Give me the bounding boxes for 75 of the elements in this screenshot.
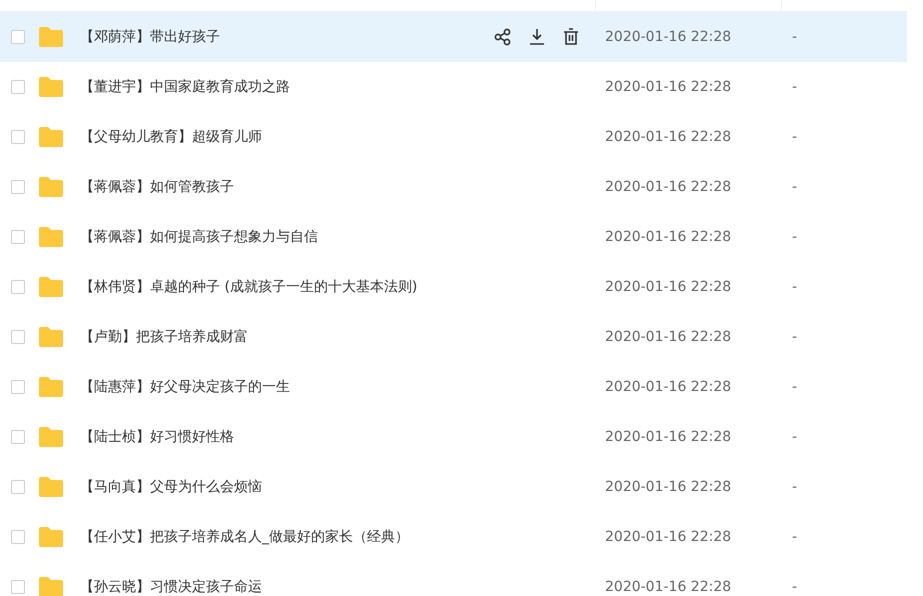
modified-date: 2020-01-16 22:28	[604, 279, 732, 295]
row-checkbox[interactable]	[11, 30, 25, 44]
file-row[interactable]: 【任小艾】把孩子培养成名人_做最好的家长（经典） 2020-01-16 22:28 -	[0, 512, 907, 562]
folder-icon	[38, 526, 64, 548]
modified-date: 2020-01-16 22:28	[604, 179, 732, 195]
folder-icon	[38, 576, 64, 596]
modified-date: 2020-01-16 22:28	[604, 129, 732, 145]
modified-date: 2020-01-16 22:28	[604, 579, 732, 595]
file-row[interactable]: 【马向真】父母为什么会烦恼 2020-01-16 22:28 -	[0, 462, 907, 512]
file-row[interactable]: 【林伟贤】卓越的种子 (成就孩子一生的十大基本法则) 2020-01-16 22:28 -	[0, 262, 907, 312]
row-checkbox[interactable]	[11, 380, 25, 394]
row-checkbox[interactable]	[11, 330, 25, 344]
file-size: -	[791, 529, 798, 545]
file-row[interactable]: 【陆士桢】好习惯好性格 2020-01-16 22:28 -	[0, 412, 907, 462]
file-size: -	[791, 379, 798, 395]
file-row[interactable]: 【父母幼儿教育】超级育儿师 2020-01-16 22:28 -	[0, 112, 907, 162]
file-name[interactable]: 【孙云晓】习惯决定孩子命运	[80, 578, 595, 596]
file-row[interactable]: 【孙云晓】习惯决定孩子命运 2020-01-16 22:28 -	[0, 562, 907, 596]
file-name[interactable]: 【蒋佩蓉】如何提高孩子想象力与自信	[80, 228, 595, 246]
share-icon[interactable]	[493, 27, 513, 47]
modified-date: 2020-01-16 22:28	[604, 229, 732, 245]
modified-date: 2020-01-16 22:28	[604, 329, 732, 345]
row-checkbox[interactable]	[11, 280, 25, 294]
row-checkbox[interactable]	[11, 130, 25, 144]
file-size: -	[791, 129, 798, 145]
row-checkbox[interactable]	[11, 80, 25, 94]
modified-date: 2020-01-16 22:28	[604, 529, 732, 545]
file-name[interactable]: 【邓荫萍】带出好孩子	[80, 28, 493, 46]
file-row[interactable]: 【蒋佩蓉】如何管教孩子 2020-01-16 22:28 -	[0, 162, 907, 212]
file-name[interactable]: 【董进宇】中国家庭教育成功之路	[80, 78, 595, 96]
modified-date: 2020-01-16 22:28	[604, 429, 732, 445]
file-row[interactable]: 【邓荫萍】带出好孩子 2020-01-16 22:28 -	[0, 12, 907, 62]
file-size: -	[791, 29, 798, 45]
file-size: -	[791, 329, 798, 345]
file-size: -	[791, 229, 798, 245]
file-name[interactable]: 【父母幼儿教育】超级育儿师	[80, 128, 595, 146]
folder-icon	[38, 26, 64, 48]
row-checkbox[interactable]	[11, 230, 25, 244]
delete-icon[interactable]	[561, 27, 581, 47]
file-size: -	[791, 579, 798, 595]
folder-icon	[38, 76, 64, 98]
folder-icon	[38, 226, 64, 248]
modified-date: 2020-01-16 22:28	[604, 79, 732, 95]
row-checkbox[interactable]	[11, 430, 25, 444]
folder-icon	[38, 326, 64, 348]
row-checkbox[interactable]	[11, 580, 25, 594]
row-checkbox[interactable]	[11, 180, 25, 194]
file-size: -	[791, 79, 798, 95]
file-row[interactable]: 【蒋佩蓉】如何提高孩子想象力与自信 2020-01-16 22:28 -	[0, 212, 907, 262]
modified-date: 2020-01-16 22:28	[604, 479, 732, 495]
file-size: -	[791, 279, 798, 295]
file-size: -	[791, 179, 798, 195]
folder-icon	[38, 276, 64, 298]
modified-date: 2020-01-16 22:28	[604, 379, 732, 395]
file-size: -	[791, 429, 798, 445]
file-name[interactable]: 【卢勤】把孩子培养成财富	[80, 328, 595, 346]
folder-icon	[38, 126, 64, 148]
row-checkbox[interactable]	[11, 480, 25, 494]
file-name[interactable]: 【任小艾】把孩子培养成名人_做最好的家长（经典）	[80, 528, 595, 546]
folder-icon	[38, 476, 64, 498]
download-icon[interactable]	[527, 27, 547, 47]
row-checkbox[interactable]	[11, 530, 25, 544]
modified-date: 2020-01-16 22:28	[604, 29, 732, 45]
file-size: -	[791, 479, 798, 495]
file-name[interactable]: 【蒋佩蓉】如何管教孩子	[80, 178, 595, 196]
file-name[interactable]: 【林伟贤】卓越的种子 (成就孩子一生的十大基本法则)	[80, 278, 595, 296]
folder-icon	[38, 426, 64, 448]
file-name[interactable]: 【陆士桢】好习惯好性格	[80, 428, 595, 446]
folder-icon	[38, 176, 64, 198]
file-row[interactable]: 【卢勤】把孩子培养成财富 2020-01-16 22:28 -	[0, 312, 907, 362]
file-row[interactable]: 【董进宇】中国家庭教育成功之路 2020-01-16 22:28 -	[0, 62, 907, 112]
file-name[interactable]: 【马向真】父母为什么会烦恼	[80, 478, 595, 496]
folder-icon	[38, 376, 64, 398]
file-row[interactable]: 【陆惠萍】好父母决定孩子的一生 2020-01-16 22:28 -	[0, 362, 907, 412]
file-name[interactable]: 【陆惠萍】好父母决定孩子的一生	[80, 378, 595, 396]
